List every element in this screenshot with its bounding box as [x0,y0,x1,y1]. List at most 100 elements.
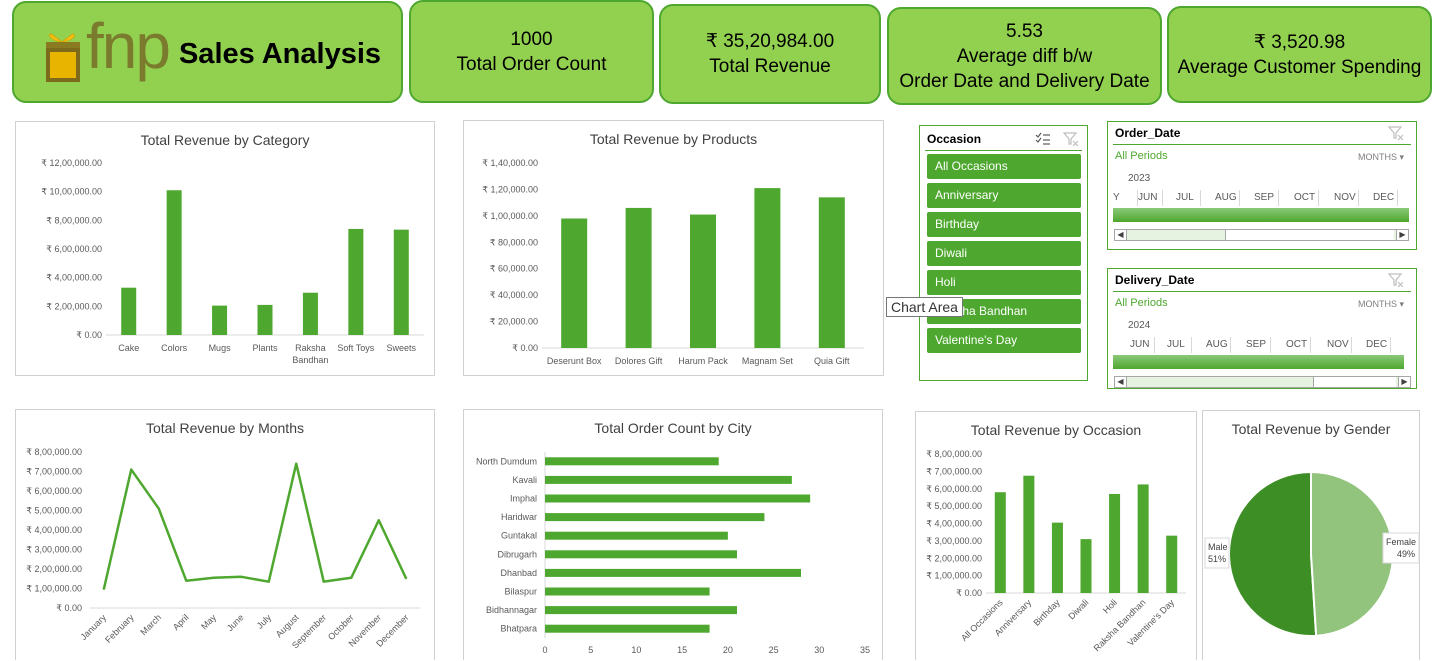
clear-filter-icon[interactable] [1063,132,1079,146]
slicer-item-anniversary[interactable]: Anniversary [927,183,1081,208]
delivery-date-timeline[interactable]: Delivery_Date All Periods MONTHS ▾ 2024 … [1107,268,1417,389]
clear-filter-icon[interactable] [1388,126,1404,140]
timeline-tick [1318,190,1319,206]
kpi-avg-diff: 5.53 Average diff b/w Order Date and Del… [887,7,1162,105]
y-tick-label: ₹ 5,00,000.00 [926,501,982,511]
timeline-tick [1162,190,1163,206]
x-tick-label: Colors [161,343,188,353]
timeline-selected-range[interactable] [1113,355,1404,369]
order-date-timeline[interactable]: Order_Date All Periods MONTHS ▾ 2023 ◀ ▶… [1107,121,1417,250]
timeline-month-label[interactable]: JUN [1130,339,1149,350]
chart-revenue-by-occasion[interactable]: Total Revenue by Occasion ₹ 0.00 ₹ 1,00,0… [915,411,1197,660]
data-point [185,580,187,582]
timeline-tick [1310,337,1311,353]
timeline-month-label[interactable]: NOV [1334,192,1356,203]
x-tick-label: 15 [677,645,687,655]
x-tick-label: Birthday [1031,597,1062,628]
x-tick-label: 30 [814,645,824,655]
slicer-item-diwali[interactable]: Diwali [927,241,1081,266]
y-tick-label: ₹ 5,00,000.00 [26,506,82,516]
timeline-tick [1358,190,1359,206]
scroll-left-arrow[interactable]: ◀ [1115,230,1127,240]
y-tick-label: ₹ 0.00 [56,603,82,613]
y-tick-label: ₹ 40,000.00 [490,290,538,300]
y-tick-label: ₹ 80,000.00 [490,237,538,247]
timeline-month-label[interactable]: OCT [1294,192,1315,203]
timeline-selected-range[interactable] [1113,208,1409,222]
timeline-month-label[interactable]: OCT [1286,339,1307,350]
bar [625,207,652,348]
slice-name-label: Male [1208,542,1228,552]
y-tick-label: ₹ 10,00,000.00 [41,187,102,197]
scroll-left-arrow[interactable]: ◀ [1115,377,1127,387]
occasion-slicer[interactable]: Occasion All Occasions Anniversary Birth… [919,125,1088,381]
scroll-thumb[interactable] [1225,230,1394,240]
slicer-item-all-occasions[interactable]: All Occasions [927,154,1081,179]
bar [1051,522,1063,593]
x-tick-label: Deserunt Box [547,356,602,366]
chart-revenue-by-products[interactable]: Total Revenue by Products ₹ 0.00 ₹ 20,000… [463,120,884,376]
clear-filter-icon[interactable] [1388,273,1404,287]
x-tick-label: Soft Toys [337,343,374,353]
gift-box-icon [46,33,80,82]
timeline-month-label[interactable]: AUG [1206,339,1228,350]
kpi-label: Average diff b/w [956,45,1093,67]
y-tick-label: ₹ 1,20,000.00 [482,184,538,194]
timeline-divider [1113,144,1411,145]
chart-plot: ₹ 0.00 ₹ 1,00,000.00 ₹ 2,00,000.00 ₹ 3,00,0… [926,449,1186,653]
kpi-value: 1000 [510,28,553,50]
bar [545,494,811,503]
timeline-month-label[interactable]: Y [1113,192,1120,203]
scroll-right-arrow[interactable]: ▶ [1398,377,1410,387]
timeline-year: 2024 [1128,320,1151,331]
y-tick-label: Imphal [510,494,537,504]
timeline-tick [1397,190,1398,206]
brand-card: fnp Sales Analysis [12,1,403,103]
timeline-month-label[interactable]: DEC [1373,192,1394,203]
slicer-item-holi[interactable]: Holi [927,270,1081,295]
timeline-month-label[interactable]: SEP [1246,339,1266,350]
x-tick-label: May [199,612,218,631]
timeline-scrollbar[interactable]: ◀ ▶ [1114,229,1409,241]
timeline-title: Order_Date [1115,126,1181,140]
slicer-item-valentines-day[interactable]: Valentine's Day [927,328,1081,353]
x-tick-label: 10 [631,645,641,655]
timeline-month-label[interactable]: DEC [1366,339,1387,350]
slicer-item-birthday[interactable]: Birthday [927,212,1081,237]
timeline-month-label[interactable]: AUG [1215,192,1237,203]
y-tick-label: ₹ 0.00 [512,343,538,353]
brand-logo-text: fnp [86,9,171,82]
timeline-month-label[interactable]: NOV [1327,339,1349,350]
kpi-label: Total Order Count [456,53,607,75]
y-tick-label: ₹ 8,00,000.00 [26,447,82,457]
x-tick-label: Quia Gift [814,356,850,366]
timeline-scrollbar[interactable]: ◀ ▶ [1114,376,1411,388]
bar [257,304,273,335]
timeline-tick [1278,190,1279,206]
y-tick-label: ₹ 2,00,000.00 [926,553,982,563]
y-tick-label: ₹ 4,00,000.00 [46,273,102,283]
kpi-value: ₹ 35,20,984.00 [705,31,835,52]
timeline-month-label[interactable]: JUL [1167,339,1185,350]
scroll-right-arrow[interactable]: ▶ [1396,230,1408,240]
bar [1109,493,1121,593]
scroll-thumb[interactable] [1313,377,1396,387]
timeline-tick [1270,337,1271,353]
time-level-dropdown[interactable]: MONTHS ▾ [1358,299,1404,310]
chart-revenue-by-months[interactable]: Total Revenue by Months ₹ 0.00 ₹ 1,00,000… [15,409,435,660]
timeline-tick [1230,337,1231,353]
timeline-month-label[interactable]: SEP [1254,192,1274,203]
timeline-month-label[interactable]: JUL [1176,192,1194,203]
bar [545,475,792,484]
time-level-dropdown[interactable]: MONTHS ▾ [1358,152,1404,163]
data-point [378,519,380,521]
chart-revenue-by-category[interactable]: Total Revenue by Category ₹ 0.00 ₹ 2,00,0… [15,121,435,376]
x-tick-label: 25 [769,645,779,655]
multi-select-icon[interactable] [1035,132,1051,146]
pie-slice [1228,470,1318,637]
chart-revenue-by-gender[interactable]: Total Revenue by Gender Male 51% Female 49% [1202,410,1420,660]
chart-plot: ₹ 0.00 ₹ 1,00,000.00 ₹ 2,00,000.00 ₹ 3,00,0… [26,447,420,651]
timeline-month-label[interactable]: JUN [1138,192,1157,203]
chart-order-count-by-city[interactable]: Total Order Count by City North Dumdum Ka… [463,409,883,660]
slice-name-label: Female [1386,537,1416,547]
